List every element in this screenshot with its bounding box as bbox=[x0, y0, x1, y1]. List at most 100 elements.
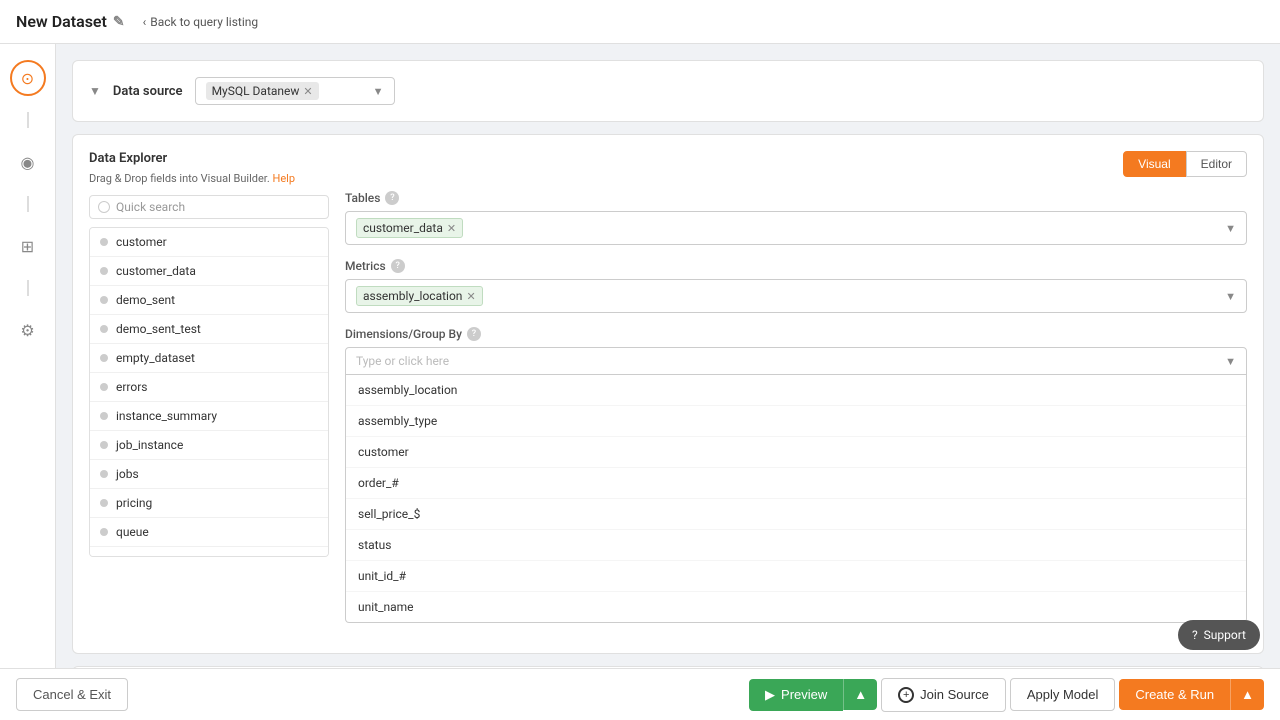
main-content: ⊙ ◉ ⊞ ⚙ ▼ Data source MySQL Datanew ✕ bbox=[0, 44, 1280, 668]
metrics-info-icon[interactable]: ? bbox=[391, 259, 405, 273]
page-root: New Dataset ✎ ‹ Back to query listing ⊙ … bbox=[0, 0, 1280, 720]
datasource-toggle[interactable]: ▼ bbox=[89, 84, 101, 98]
dimension-option[interactable]: assembly_location bbox=[346, 375, 1246, 406]
table-dot bbox=[100, 470, 108, 478]
icon-sidebar: ⊙ ◉ ⊞ ⚙ bbox=[0, 44, 56, 668]
tables-group: Tables ? customer_data ✕ ▼ bbox=[345, 191, 1247, 245]
quick-search-label: Quick search bbox=[116, 200, 185, 214]
dimension-option[interactable]: assembly_type bbox=[346, 406, 1246, 437]
view-editor-btn[interactable]: Editor bbox=[1186, 151, 1247, 177]
metrics-group: Metrics ? assembly_location ✕ ▼ bbox=[345, 259, 1247, 313]
plus-circle-icon: + bbox=[898, 687, 914, 703]
tables-select[interactable]: customer_data ✕ ▼ bbox=[345, 211, 1247, 245]
metrics-dropdown-arrow: ▼ bbox=[1225, 290, 1236, 303]
builder-two-col: Data Explorer Drag & Drop fields into Vi… bbox=[89, 151, 1247, 637]
question-icon: ? bbox=[1192, 628, 1198, 642]
table-item[interactable]: pricing bbox=[90, 489, 328, 518]
connector-3 bbox=[27, 280, 29, 296]
table-item[interactable]: customer_data bbox=[90, 257, 328, 286]
tables-dropdown-arrow: ▼ bbox=[1225, 222, 1236, 235]
content-area: ▼ Data source MySQL Datanew ✕ ▼ bbox=[56, 44, 1280, 668]
datasource-dropdown-arrow: ▼ bbox=[373, 85, 384, 98]
back-link[interactable]: ‹ Back to query listing bbox=[143, 15, 258, 29]
connector-1 bbox=[27, 112, 29, 128]
back-link-text: Back to query listing bbox=[150, 15, 258, 29]
table-item[interactable]: demo_sent_test bbox=[90, 315, 328, 344]
chevron-left-icon: ‹ bbox=[143, 15, 147, 29]
preview-label: Preview bbox=[781, 687, 827, 702]
metrics-label: Metrics ? bbox=[345, 259, 1247, 273]
preview-button[interactable]: ▶ Preview bbox=[749, 679, 843, 711]
dimension-option[interactable]: unit_name bbox=[346, 592, 1246, 622]
table-item[interactable]: empty_dataset bbox=[90, 344, 328, 373]
metrics-tag: assembly_location ✕ bbox=[356, 286, 483, 306]
dimensions-input[interactable]: Type or click here ▼ bbox=[345, 347, 1247, 375]
page-title: New Dataset ✎ bbox=[16, 12, 125, 31]
datasource-tag: MySQL Datanew ✕ bbox=[206, 82, 319, 100]
datasource-select[interactable]: MySQL Datanew ✕ ▼ bbox=[195, 77, 395, 105]
sidebar-icon-layers[interactable]: ⊞ bbox=[10, 228, 46, 264]
table-dot bbox=[100, 238, 108, 246]
bottom-left: Cancel & Exit bbox=[16, 678, 128, 711]
join-source-button[interactable]: + Join Source bbox=[881, 678, 1006, 712]
datasource-selected-text: MySQL Datanew bbox=[212, 84, 300, 98]
table-dot bbox=[100, 383, 108, 391]
quick-search-radio bbox=[98, 201, 110, 213]
sidebar-icon-gear[interactable]: ⚙ bbox=[10, 312, 46, 348]
bottom-bar: Cancel & Exit ▶ Preview ▲ + Join Source … bbox=[0, 668, 1280, 720]
table-item[interactable]: errors bbox=[90, 373, 328, 402]
builder-card: Data Explorer Drag & Drop fields into Vi… bbox=[72, 134, 1264, 654]
table-item[interactable]: customer bbox=[90, 228, 328, 257]
data-explorer-panel: Data Explorer Drag & Drop fields into Vi… bbox=[89, 151, 329, 637]
datasource-row: ▼ Data source MySQL Datanew ✕ ▼ bbox=[89, 77, 1247, 105]
table-item[interactable]: queue bbox=[90, 518, 328, 547]
top-bar: New Dataset ✎ ‹ Back to query listing bbox=[0, 0, 1280, 44]
apply-model-button[interactable]: Apply Model bbox=[1010, 678, 1116, 711]
datasource-label: Data source bbox=[113, 84, 183, 99]
table-list: customer customer_data demo_sent bbox=[89, 227, 329, 557]
table-item[interactable]: job_instance bbox=[90, 431, 328, 460]
metrics-select[interactable]: assembly_location ✕ ▼ bbox=[345, 279, 1247, 313]
create-run-arrow-button[interactable]: ▲ bbox=[1230, 679, 1264, 710]
datasource-tag-close[interactable]: ✕ bbox=[303, 85, 312, 98]
bottom-right: ▶ Preview ▲ + Join Source Apply Model Cr… bbox=[749, 678, 1264, 712]
dimensions-dropdown-arrow: ▼ bbox=[1225, 355, 1236, 368]
dimension-option[interactable]: order_# bbox=[346, 468, 1246, 499]
tables-label: Tables ? bbox=[345, 191, 1247, 205]
tables-info-icon[interactable]: ? bbox=[385, 191, 399, 205]
preview-arrow-button[interactable]: ▲ bbox=[843, 679, 877, 710]
explorer-title: Data Explorer bbox=[89, 151, 329, 166]
table-item[interactable]: supply_chain bbox=[90, 547, 328, 557]
page-title-text: New Dataset bbox=[16, 12, 107, 31]
table-item[interactable]: jobs bbox=[90, 460, 328, 489]
table-dot bbox=[100, 296, 108, 304]
support-button[interactable]: ? Support bbox=[1178, 620, 1260, 650]
table-item[interactable]: instance_summary bbox=[90, 402, 328, 431]
create-run-button[interactable]: Create & Run bbox=[1119, 679, 1230, 710]
table-dot bbox=[100, 441, 108, 449]
dimension-option[interactable]: sell_price_$ bbox=[346, 499, 1246, 530]
table-item[interactable]: demo_sent bbox=[90, 286, 328, 315]
dimension-option[interactable]: status bbox=[346, 530, 1246, 561]
dimensions-placeholder: Type or click here bbox=[356, 354, 1219, 368]
dimension-option[interactable]: customer bbox=[346, 437, 1246, 468]
tables-selected-text: customer_data bbox=[363, 221, 443, 235]
table-dot bbox=[100, 267, 108, 275]
metrics-tag-close[interactable]: ✕ bbox=[466, 290, 475, 303]
support-label: Support bbox=[1204, 628, 1246, 642]
view-visual-btn[interactable]: Visual bbox=[1123, 151, 1185, 177]
table-dot bbox=[100, 412, 108, 420]
sidebar-icon-database[interactable]: ⊙ bbox=[10, 60, 46, 96]
explorer-help-link[interactable]: Help bbox=[272, 172, 295, 185]
table-dot bbox=[100, 499, 108, 507]
join-source-label: Join Source bbox=[920, 687, 989, 702]
sidebar-icon-eye[interactable]: ◉ bbox=[10, 144, 46, 180]
quick-search-container[interactable]: Quick search bbox=[89, 195, 329, 219]
cancel-exit-button[interactable]: Cancel & Exit bbox=[16, 678, 128, 711]
dimension-option[interactable]: unit_id_# bbox=[346, 561, 1246, 592]
edit-icon[interactable]: ✎ bbox=[113, 14, 125, 30]
table-dot bbox=[100, 354, 108, 362]
dimensions-info-icon[interactable]: ? bbox=[467, 327, 481, 341]
explorer-hint: Drag & Drop fields into Visual Builder. … bbox=[89, 172, 329, 185]
tables-tag-close[interactable]: ✕ bbox=[447, 222, 456, 235]
